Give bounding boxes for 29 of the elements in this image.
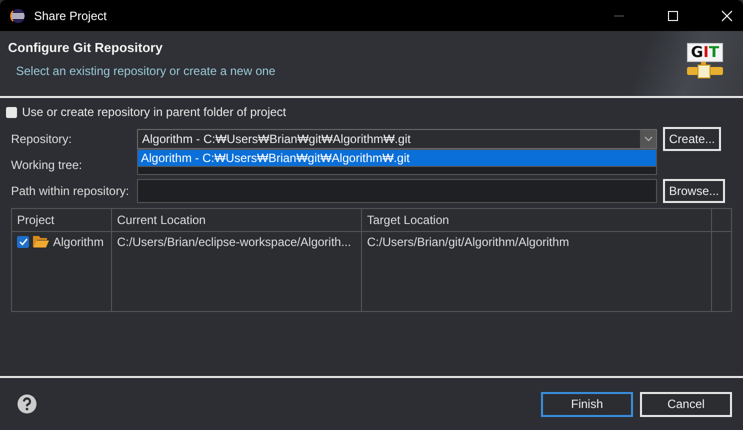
- help-icon[interactable]: [17, 394, 37, 414]
- path-field[interactable]: [137, 179, 657, 203]
- repository-label: Repository:: [11, 132, 73, 146]
- checkbox[interactable]: [6, 106, 17, 118]
- path-label: Path within repository:: [11, 184, 130, 198]
- cancel-button[interactable]: Cancel: [640, 392, 732, 416]
- git-logo: GIT: [685, 31, 725, 85]
- checkbox-label: Use or create repository in parent folder of project: [22, 105, 286, 119]
- column-header[interactable]: Project: [12, 209, 112, 231]
- repository-dropdown[interactable]: Algorithm - C:₩Users₩Brian₩git₩Algorithm₩.git: [137, 129, 657, 149]
- working-tree-label: Working tree:: [11, 158, 84, 172]
- close-icon[interactable]: [721, 10, 733, 22]
- create-button[interactable]: Create...: [663, 127, 722, 151]
- table-cell: Algorithm: [53, 235, 104, 249]
- folder-icon: [33, 235, 49, 248]
- column-header[interactable]: Target Location: [362, 209, 712, 231]
- page-title: Configure Git Repository: [8, 40, 164, 55]
- row-checkbox[interactable]: [17, 236, 29, 248]
- column-header[interactable]: Current Location: [112, 209, 362, 231]
- dropdown-option[interactable]: Algorithm - C:₩Users₩Brian₩git₩Algorithm₩.git: [138, 150, 656, 166]
- chevron-icon: [644, 136, 652, 142]
- window-title: Share Project: [34, 8, 107, 22]
- maximize-icon[interactable]: [667, 10, 679, 22]
- finish-button[interactable]: Finish: [541, 392, 633, 416]
- table-cell: C:/Users/Brian/git/Algorithm/Algorithm: [367, 235, 570, 249]
- page-description: Select an existing repository or create a new one: [15, 64, 276, 78]
- browse-button[interactable]: Browse...: [663, 179, 726, 203]
- eclipse-icon: [10, 8, 26, 24]
- table-cell: C:/Users/Brian/eclipse-workspace/Algorith...: [117, 235, 352, 249]
